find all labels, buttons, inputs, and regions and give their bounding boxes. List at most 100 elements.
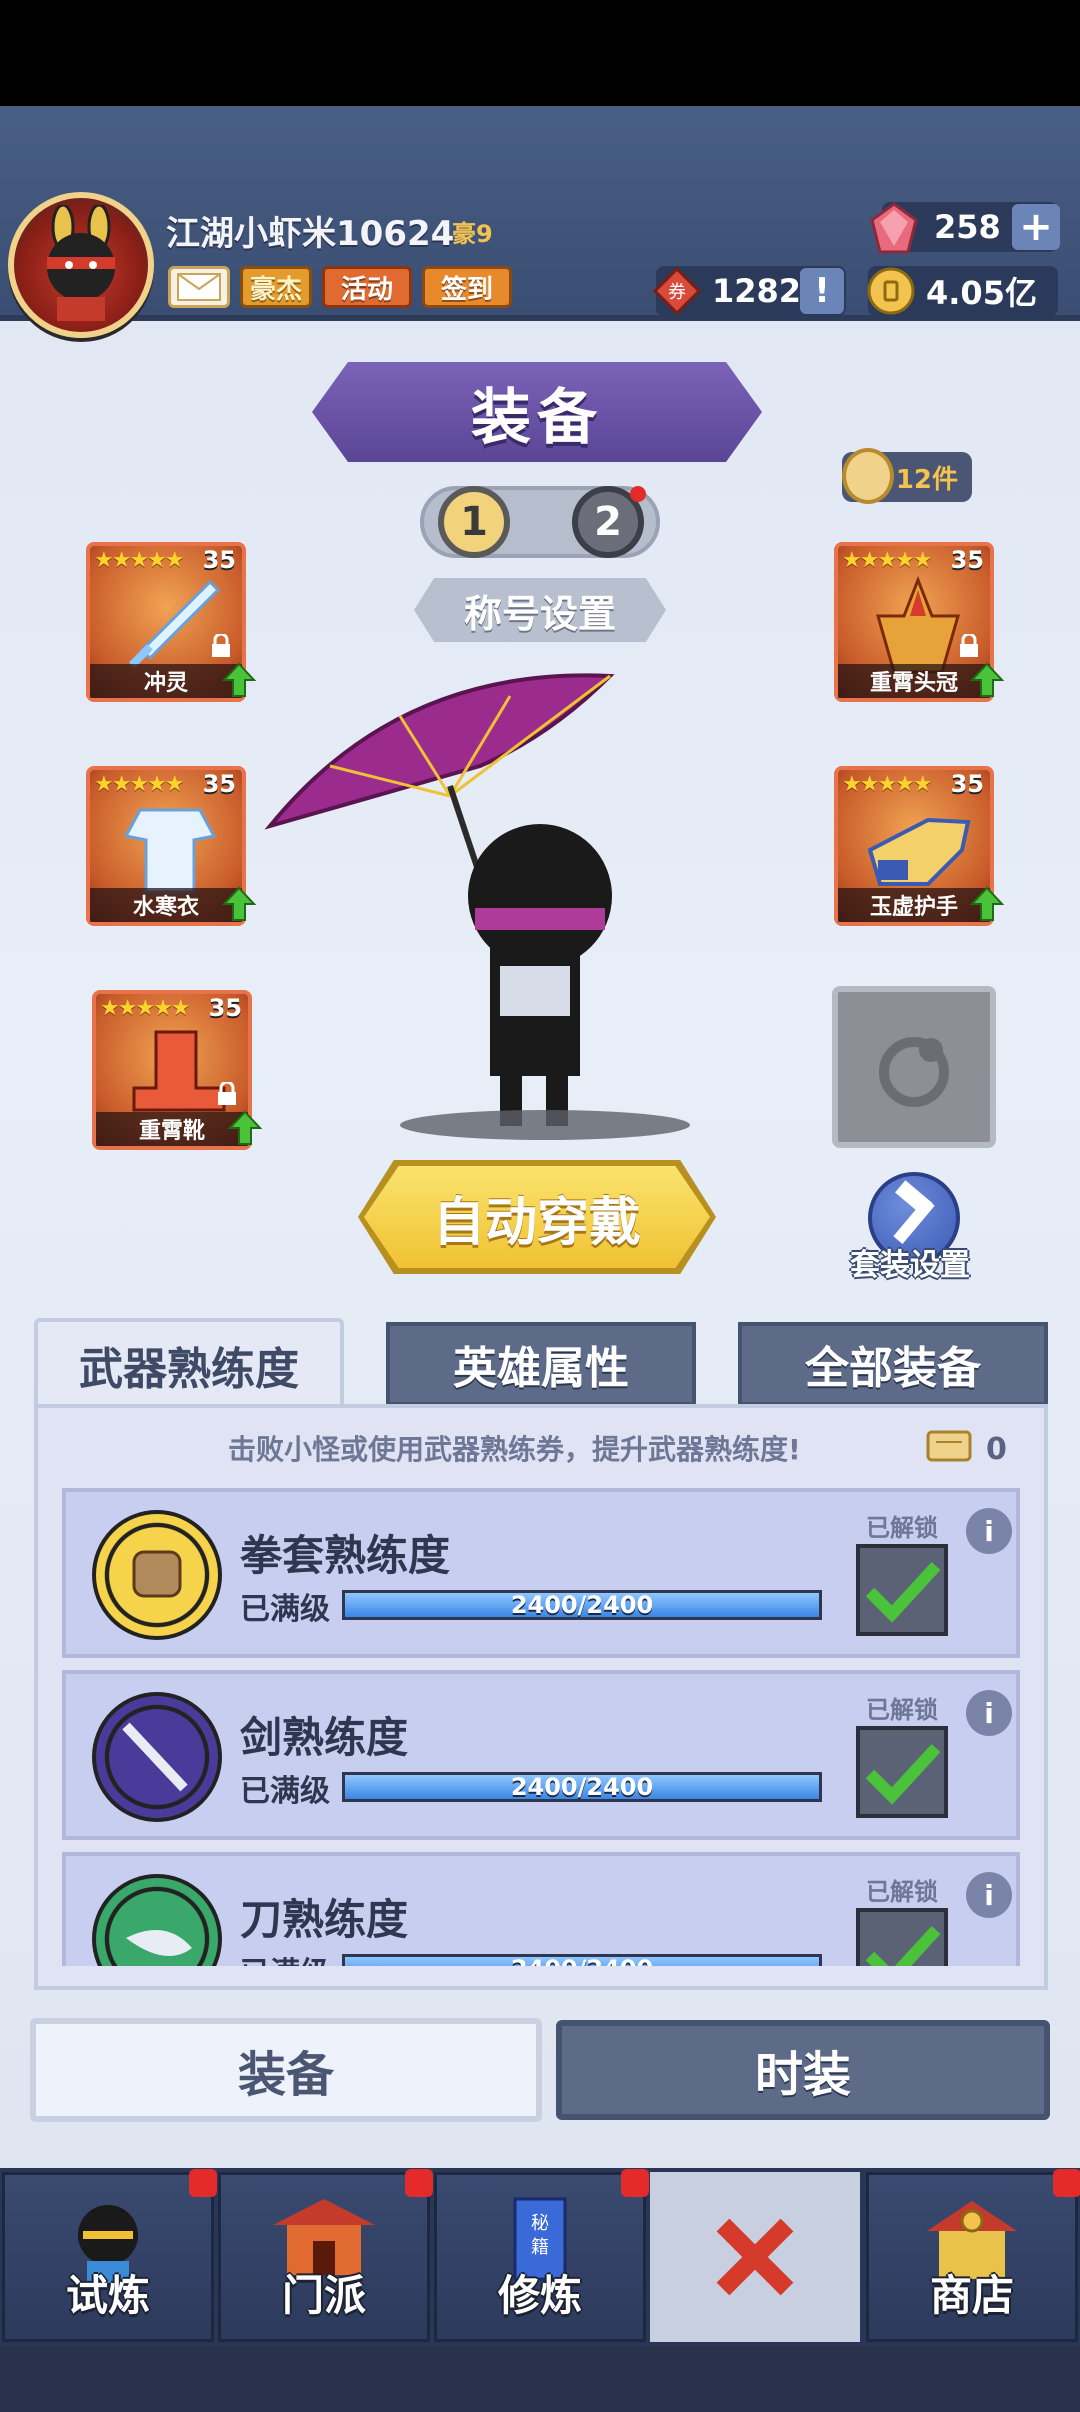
hero-character — [264, 673, 615, 1126]
equip-slot-weapon[interactable]: ★★★★★ 35 冲灵 — [86, 542, 256, 702]
check-icon — [865, 1925, 941, 1966]
row-status: 已满级 — [240, 1948, 330, 1966]
equipment-screen: 江湖小虾米10624 豪9 豪杰 活动 签到 258 + 1282 券 ! 4.… — [0, 106, 1080, 2412]
ticket-icon: 券 — [652, 266, 702, 316]
notification-dot — [1053, 2169, 1080, 2197]
nav-label: 商店 — [929, 2271, 1014, 2320]
equipment-title: 装备 — [312, 362, 762, 462]
weapon-unlock-box[interactable] — [856, 1544, 948, 1636]
progress-bar: 2400/2400 — [342, 1954, 822, 1966]
unlocked-label: 已解锁 — [866, 1696, 938, 1724]
row-title: 拳套熟练度 — [240, 1531, 451, 1580]
row-status: 已满级 — [240, 1774, 330, 1809]
upgrade-arrow-icon — [970, 886, 1004, 921]
check-icon — [865, 1743, 941, 1805]
row-title: 刀熟练度 — [240, 1895, 409, 1944]
slot-level: 35 — [202, 546, 236, 574]
gem-count: 258 — [934, 208, 1001, 246]
add-gems-button[interactable]: + — [1012, 204, 1060, 250]
progress-bar: 2400/2400 — [342, 1590, 822, 1620]
weapon-unlock-box[interactable] — [856, 1908, 948, 1966]
info-button[interactable]: i — [966, 1508, 1012, 1554]
nav-cultivate[interactable]: 秘籍 修炼 — [434, 2169, 649, 2342]
loadout-page-1[interactable]: 1 — [438, 486, 510, 558]
equip-slot-armor[interactable]: ★★★★★ 35 水寒衣 — [86, 766, 256, 926]
progress-bar: 2400/2400 — [342, 1772, 822, 1802]
signin-button[interactable]: 签到 — [422, 266, 512, 308]
svg-text:券: 券 — [668, 282, 686, 303]
tab-equipment[interactable]: 装备 — [30, 2018, 542, 2122]
check-icon — [865, 1561, 941, 1623]
tab-all-equipment[interactable]: 全部装备 — [738, 1322, 1048, 1406]
fist-medal-icon — [92, 1510, 222, 1640]
sword-icon — [128, 579, 221, 669]
equip-slot-helmet[interactable]: ★★★★★ 35 重霄头冠 — [834, 542, 1004, 702]
ring-slot-icon — [879, 1037, 949, 1107]
slot-stars: ★★★★★ — [842, 772, 933, 797]
ticket-info-button[interactable]: ! — [800, 268, 844, 314]
status-bar — [0, 0, 1080, 106]
unlocked-label: 已解锁 — [866, 1878, 938, 1906]
proficiency-row: 拳套熟练度 已满级 2400/2400 已解锁 i — [62, 1488, 1020, 1658]
auto-equip-button[interactable]: 自动穿戴 — [364, 1166, 710, 1268]
slot-name: 水寒衣 — [90, 888, 242, 922]
player-avatar[interactable] — [8, 192, 154, 338]
blade-medal-icon — [92, 1874, 222, 1966]
scroll-count: 0 — [986, 1432, 1007, 1467]
slot-name: 重霄靴 — [96, 1112, 248, 1146]
equip-slot-boots[interactable]: ★★★★★ 35 重霄靴 — [92, 990, 262, 1150]
character-shadow — [400, 1110, 690, 1140]
boot-icon — [132, 1030, 226, 1112]
nav-sect[interactable]: 门派 — [218, 2169, 433, 2342]
nav-label: 修炼 — [497, 2271, 582, 2320]
svg-text:籍: 籍 — [531, 2237, 549, 2258]
close-icon — [716, 2218, 794, 2296]
mail-icon — [177, 273, 221, 301]
ninja-rabbit-icon — [47, 205, 115, 321]
top-header: 江湖小虾米10624 豪9 豪杰 活动 签到 258 + 1282 券 ! 4.… — [0, 106, 1080, 338]
sword-medal-icon — [92, 1692, 222, 1822]
upgrade-arrow-icon — [970, 662, 1004, 697]
gem-icon — [870, 202, 918, 254]
info-button[interactable]: i — [966, 1690, 1012, 1736]
row-status: 已满级 — [240, 1592, 330, 1627]
activity-button[interactable]: 活动 — [322, 266, 412, 308]
slot-name: 玉虚护手 — [838, 888, 990, 922]
slot-stars: ★★★★★ — [100, 996, 191, 1021]
system-nav-bar — [0, 2346, 1080, 2412]
slot-stars: ★★★★★ — [94, 772, 185, 797]
nav-trial[interactable]: 试炼 — [2, 2169, 217, 2342]
coin-icon — [867, 267, 915, 315]
proficiency-row: 刀熟练度 已满级 2400/2400 已解锁 i — [62, 1852, 1020, 1966]
slot-level: 35 — [208, 994, 242, 1022]
nav-shop[interactable]: 商店 — [866, 2169, 1080, 2342]
info-button[interactable]: i — [966, 1872, 1012, 1918]
svg-text:秘: 秘 — [531, 2213, 549, 2234]
proficiency-row: 剑熟练度 已满级 2400/2400 已解锁 i — [62, 1670, 1020, 1840]
progress-text: 2400/2400 — [345, 1955, 819, 1966]
equip-slot-gloves[interactable]: ★★★★★ 35 玉虚护手 — [834, 766, 1004, 926]
slot-level: 35 — [950, 770, 984, 798]
equip-slot-accessory-empty[interactable] — [832, 986, 996, 1148]
haojie-button[interactable]: 豪杰 — [240, 266, 312, 308]
close-nav-button[interactable] — [650, 2172, 860, 2342]
progress-text: 2400/2400 — [510, 1591, 654, 1619]
proficiency-hint: 击败小怪或使用武器熟练券，提升武器熟练度! — [228, 1433, 801, 1466]
suit-setting-label[interactable]: 套装设置 — [850, 1240, 970, 1284]
tab-hero-attributes[interactable]: 英雄属性 — [386, 1322, 696, 1406]
tab-fashion[interactable]: 时装 — [556, 2020, 1050, 2120]
player-name: 江湖小虾米10624 — [166, 214, 455, 254]
progress-text: 2400/2400 — [510, 1773, 654, 1801]
crown-icon — [876, 576, 960, 674]
unlocked-label: 已解锁 — [866, 1514, 938, 1542]
notification-dot — [405, 2169, 433, 2197]
tab-weapon-proficiency[interactable]: 武器熟练度 — [34, 1318, 344, 1408]
row-title: 剑熟练度 — [240, 1713, 409, 1762]
weapon-unlock-box[interactable] — [856, 1726, 948, 1818]
nav-label: 门派 — [281, 2271, 366, 2320]
slot-stars: ★★★★★ — [94, 548, 185, 573]
scroll-set-icon — [842, 448, 894, 504]
slot-name: 重霄头冠 — [838, 664, 990, 698]
mail-button[interactable] — [168, 266, 230, 308]
slot-stars: ★★★★★ — [842, 548, 933, 573]
